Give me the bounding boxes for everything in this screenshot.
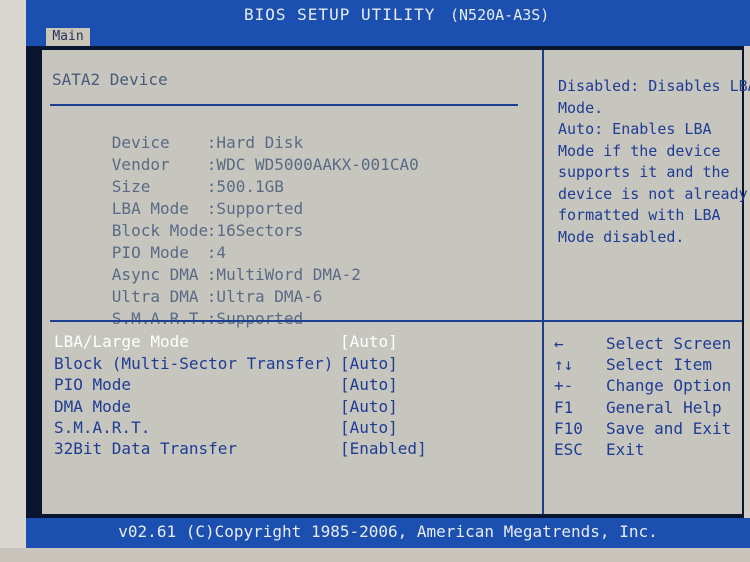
help-line: supports it and the	[558, 163, 730, 181]
option-32bit-transfer[interactable]: 32Bit Data Transfer [Enabled]	[54, 439, 427, 515]
key-label: F10	[554, 419, 583, 438]
key-label: ESC	[554, 440, 583, 459]
key-desc: Select Screen	[606, 334, 732, 353]
option-label: DMA Mode	[54, 397, 132, 416]
option-value[interactable]: [Auto]	[340, 397, 398, 416]
key-desc: Save and Exit	[606, 419, 732, 438]
bios-screen: BIOS SETUP UTILITY (N520A-A3S) Main SATA…	[26, 0, 750, 548]
option-label: PIO Mode	[54, 375, 132, 394]
help-line: Auto: Enables LBA	[558, 120, 712, 138]
option-label: Block (Multi-Sector Transfer)	[54, 354, 334, 373]
help-line: Mode.	[558, 98, 604, 117]
help-divider	[544, 320, 742, 322]
footer-bar: v02.61 (C)Copyright 1985-2006, American …	[26, 518, 750, 548]
plus-minus-icon: +-	[554, 376, 574, 395]
option-value[interactable]: [Auto]	[340, 375, 398, 394]
option-value[interactable]: [Auto]	[340, 418, 398, 437]
option-label: LBA/Large Mode	[54, 332, 189, 351]
monitor-bezel-left	[0, 0, 26, 562]
info-value: :Supported	[206, 309, 304, 328]
model-label: (N520A-A3S)	[450, 6, 550, 24]
panel-vertical-divider	[542, 50, 544, 514]
copyright-text: v02.61 (C)Copyright 1985-2006, American …	[118, 522, 658, 541]
help-line: Mode if the device	[558, 141, 721, 160]
option-value[interactable]: [Auto]	[340, 354, 398, 373]
key-label: F1	[554, 398, 574, 417]
help-panel: Disabled: Disables LBA Mode. Auto: Enabl…	[558, 76, 750, 248]
key-desc: Change Option	[606, 376, 732, 395]
key-desc: Select Item	[606, 355, 712, 374]
title-bar: BIOS SETUP UTILITY (N520A-A3S)	[26, 0, 750, 28]
key-exit: ESC Exit	[554, 440, 645, 516]
option-label: S.M.A.R.T.	[54, 418, 151, 437]
option-value[interactable]: [Enabled]	[340, 439, 427, 458]
option-value[interactable]: [Auto]	[340, 332, 398, 351]
menu-bar	[26, 28, 750, 46]
bios-title: BIOS SETUP UTILITY	[244, 5, 436, 24]
main-panel: SATA2 Device Device:Hard Disk Vendor:WDC…	[42, 50, 750, 516]
help-line: formatted with LBA	[558, 206, 721, 224]
help-line: Disabled: Disables LBA	[558, 77, 750, 95]
info-label: S.M.A.R.T.	[111, 309, 209, 328]
up-down-arrow-icon: ↑↓	[554, 355, 574, 374]
tab-main[interactable]: Main	[46, 28, 90, 46]
section-divider	[50, 104, 518, 106]
help-line: device is not already	[558, 184, 748, 203]
option-label: 32Bit Data Transfer	[54, 439, 238, 458]
left-arrow-icon: ←	[554, 334, 564, 353]
help-line: Mode disabled.	[558, 227, 685, 246]
key-desc: General Help	[606, 398, 722, 417]
key-desc: Exit	[606, 440, 645, 459]
monitor-bezel-bottom	[0, 548, 750, 562]
options-divider	[50, 320, 542, 322]
section-title: SATA2 Device	[52, 70, 168, 89]
